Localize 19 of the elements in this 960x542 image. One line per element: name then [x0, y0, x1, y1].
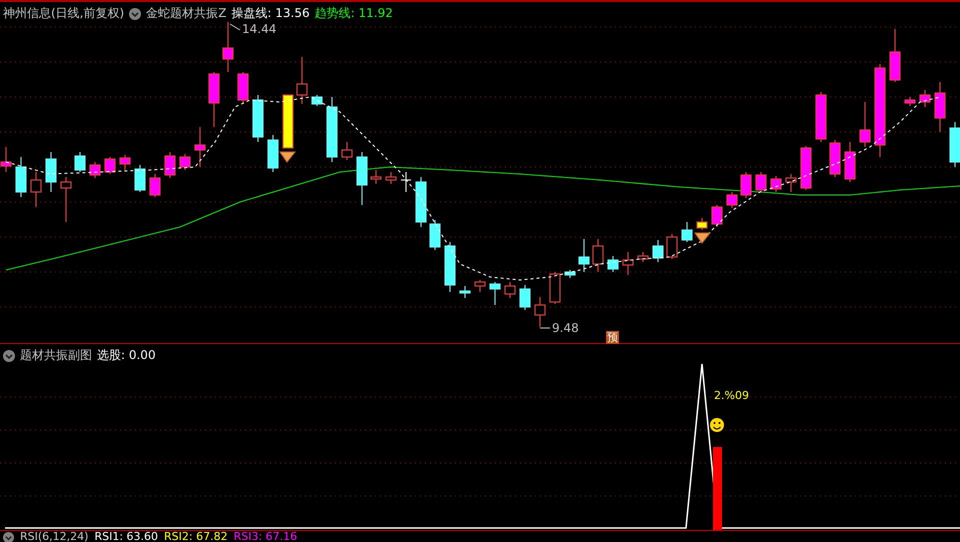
indicator-value: RSI2: 67.82 — [164, 531, 228, 542]
indicator-value: RSI1: 63.60 — [94, 531, 158, 542]
panel-title: 题材共振副图 — [20, 347, 92, 364]
stock-title: 神州信息(日线,前复权) — [3, 5, 124, 22]
low-price-label: 9.48 — [552, 321, 579, 335]
value-label: 2.%09 — [714, 389, 749, 402]
indicator-value: 选股: 0.00 — [97, 347, 156, 364]
indicator-title: 金蛇题材共振Z — [146, 5, 226, 22]
collapse-icon[interactable] — [3, 532, 14, 542]
high-price-label: 14.44 — [242, 22, 276, 36]
leader-line — [230, 24, 240, 30]
signal-badge: 预 — [606, 331, 619, 344]
collapse-icon[interactable] — [129, 8, 142, 20]
panel-title: RSI(6,12,24) — [20, 531, 88, 542]
smiley-icon — [710, 418, 724, 432]
indicator-value: 操盘线: 13.56 — [231, 5, 310, 22]
collapse-icon[interactable] — [3, 350, 15, 362]
indicator-value: 趋势线: 11.92 — [314, 5, 393, 22]
indicator-value: RSI3: 67.16 — [234, 531, 298, 542]
